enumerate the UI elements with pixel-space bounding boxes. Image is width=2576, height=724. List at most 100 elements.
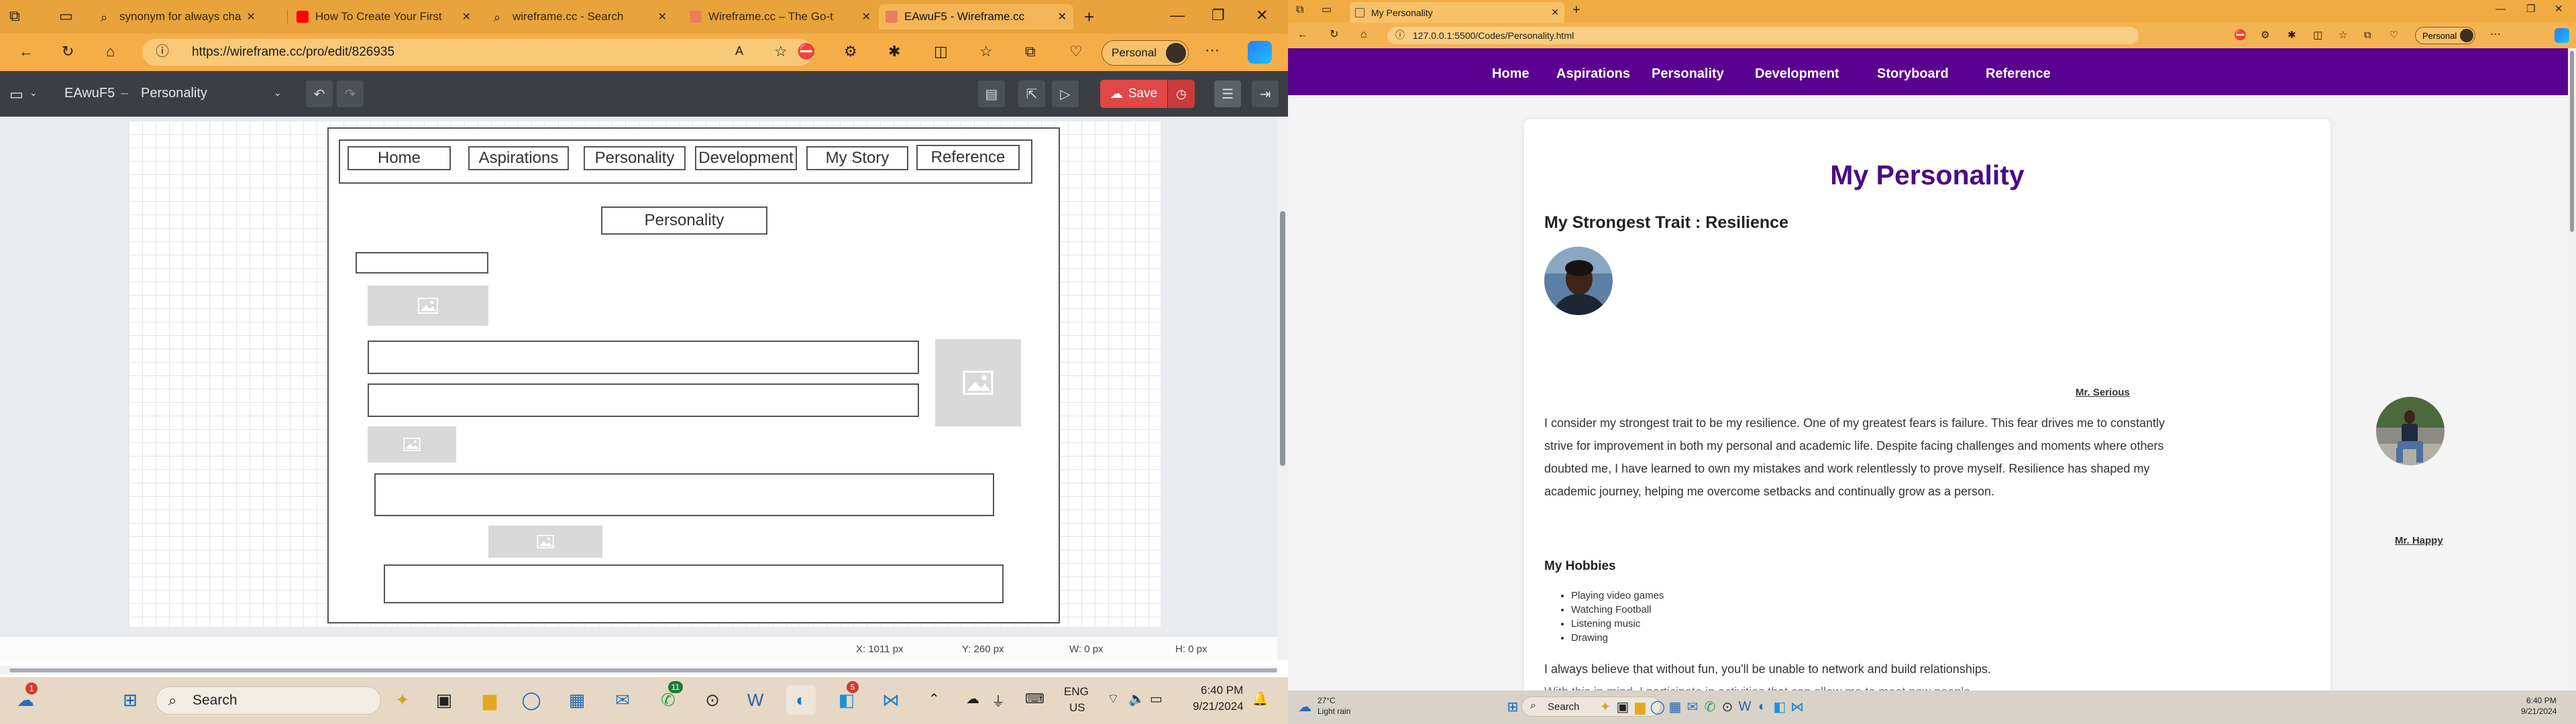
wf-nav-aspirations[interactable]: Aspirations [468, 146, 569, 170]
vscode-icon[interactable]: ⋈ [876, 685, 906, 715]
usb-icon[interactable]: ⏚ [991, 690, 1005, 710]
split-screen-icon[interactable]: ◫ [934, 44, 948, 59]
adblock-icon[interactable]: ⛔ [2234, 30, 2247, 40]
open-external-button[interactable]: ⇱ [1018, 80, 1045, 107]
scrollbar-thumb[interactable] [1280, 211, 1285, 466]
tab-search[interactable]: ⌕ wireframe.cc - Search ✕ [487, 4, 674, 29]
tab-my-personality[interactable]: My Personality ✕ [1350, 2, 1564, 23]
nav-home[interactable]: Home [1492, 66, 1529, 82]
close-window-icon[interactable]: ✕ [2555, 4, 2563, 14]
nav-development[interactable]: Development [1755, 66, 1839, 82]
keyboard-icon[interactable]: ⌨ [1025, 690, 1044, 707]
language-indicator[interactable]: ENG [1064, 685, 1089, 699]
window-icon[interactable]: ▭ [9, 86, 23, 103]
clock-date[interactable]: 9/21/2024 [2521, 707, 2557, 716]
scrollbar-thumb[interactable] [2570, 51, 2574, 232]
cortana-icon[interactable]: ◯ [517, 685, 546, 715]
favorite-icon[interactable]: ☆ [774, 44, 788, 59]
scrollbar-thumb[interactable] [9, 668, 1277, 672]
adblock-icon[interactable]: ⛔ [797, 44, 815, 59]
start-icon[interactable]: ⊞ [1503, 697, 1523, 717]
wf-text-box[interactable] [368, 341, 919, 374]
security-icon[interactable]: ♡ [1069, 44, 1083, 59]
collections-icon[interactable]: ⧉ [1025, 44, 1036, 59]
file-explorer-icon[interactable]: ▆ [475, 685, 504, 715]
close-window-icon[interactable]: ✕ [1256, 8, 1268, 23]
new-tab-icon[interactable]: + [1572, 3, 1580, 17]
properties-button[interactable]: ☰ [1214, 80, 1241, 107]
back-icon[interactable]: ← [19, 44, 34, 59]
url-field[interactable]: ⓘ https://wireframe.cc/pro/edit/826935 A… [142, 39, 813, 66]
undo-button[interactable]: ↶ [306, 80, 333, 107]
extensions-puzzle-icon[interactable]: ✱ [2288, 30, 2296, 40]
redo-button[interactable]: ↷ [337, 80, 364, 107]
wf-image-placeholder[interactable] [935, 339, 1021, 426]
workspaces-icon[interactable]: ⧉ [9, 9, 20, 23]
extension-icon[interactable]: ⚙ [844, 44, 857, 59]
onedrive-icon[interactable]: ☁ [966, 690, 979, 707]
wf-nav-mystory[interactable]: My Story [806, 146, 908, 170]
restore-icon[interactable]: ❐ [2526, 4, 2535, 14]
wf-nav-home[interactable]: Home [347, 146, 451, 170]
back-icon[interactable]: ← [1297, 29, 1308, 40]
store-icon[interactable]: ▦ [562, 685, 592, 715]
copilot-icon[interactable] [2555, 28, 2569, 43]
tab-actions-icon[interactable]: ▭ [59, 9, 73, 23]
url-field[interactable]: ⓘ 127.0.0.1:5500/Codes/Personality.html [1387, 27, 2139, 44]
wf-nav-personality[interactable]: Personality [584, 146, 686, 170]
tab-wireframe-home[interactable]: Wireframe.cc – The Go-t ✕ [683, 4, 877, 29]
wf-image-placeholder[interactable] [368, 426, 456, 463]
nav-personality[interactable]: Personality [1652, 66, 1724, 82]
word-icon[interactable]: W [741, 685, 770, 715]
chevron-up-icon[interactable]: ⌃ [928, 690, 940, 707]
close-icon[interactable]: ✕ [1551, 7, 1559, 18]
split-screen-icon[interactable]: ◫ [2313, 30, 2322, 40]
minimize-icon[interactable]: — [1170, 8, 1185, 23]
chevron-down-icon[interactable]: ⌄ [30, 87, 38, 99]
profile-button[interactable]: Personal [2415, 27, 2475, 44]
minimize-icon[interactable]: — [2496, 4, 2506, 14]
page-selector[interactable]: Personality [141, 86, 207, 101]
wf-image-placeholder[interactable] [488, 526, 602, 558]
start-icon[interactable]: ⊞ [115, 685, 145, 715]
clock-time[interactable]: 6:40 PM [1201, 684, 1243, 697]
tab-wireframe-edit[interactable]: EAwuF5 - Wireframe.cc ✕ [879, 4, 1073, 29]
outlook-icon[interactable]: ✉ [608, 685, 637, 715]
extensions-puzzle-icon[interactable]: ✱ [888, 44, 900, 59]
translate-icon[interactable]: A [735, 45, 743, 57]
wifi-icon[interactable]: ⌔ [1107, 690, 1120, 707]
favorites-icon[interactable]: ☆ [979, 44, 993, 59]
wf-nav-reference[interactable]: Reference [916, 145, 1020, 170]
wf-text-box[interactable] [368, 383, 919, 417]
wf-nav-development[interactable]: Development [695, 146, 797, 170]
media-player-icon[interactable]: ⊙ [698, 685, 727, 715]
vscode-icon[interactable]: ⋈ [1787, 697, 1807, 717]
extension-icon[interactable]: ⚙ [2261, 30, 2269, 40]
tab-youtube[interactable]: How To Create Your First ✕ [290, 4, 478, 29]
taskbar-search[interactable]: ⌕ Search [156, 686, 381, 715]
security-icon[interactable]: ♡ [2390, 30, 2398, 40]
profile-button[interactable]: Personal [1102, 40, 1189, 66]
nav-reference[interactable]: Reference [1986, 66, 2051, 82]
widgets-icon[interactable]: ✦ [388, 685, 417, 715]
task-view-icon[interactable]: ▣ [429, 685, 459, 715]
wf-page-title[interactable]: Personality [601, 206, 767, 235]
collections-icon[interactable]: ⧉ [2364, 30, 2371, 40]
nav-aspirations[interactable]: Aspirations [1556, 66, 1630, 82]
workspaces-icon[interactable]: ⧉ [1296, 5, 1303, 15]
wf-text-box[interactable] [384, 564, 1004, 603]
preview-button[interactable]: ▷ [1052, 80, 1079, 107]
save-button[interactable]: ☁ Save [1100, 80, 1167, 108]
comments-button[interactable]: ▤ [978, 80, 1005, 107]
refresh-icon[interactable]: ↻ [1330, 29, 1338, 40]
close-icon[interactable]: ✕ [857, 10, 871, 23]
wf-image-placeholder[interactable] [368, 286, 488, 326]
refresh-icon[interactable]: ↻ [62, 44, 74, 59]
sidebar-toggle-button[interactable]: ⇥ [1252, 80, 1279, 107]
copilot-icon[interactable] [1248, 41, 1272, 64]
wf-text-box[interactable] [374, 473, 994, 516]
new-tab-icon[interactable]: + [1084, 8, 1094, 25]
close-icon[interactable]: ✕ [653, 10, 667, 23]
info-icon[interactable]: ⓘ [156, 45, 169, 58]
more-icon[interactable]: ⋯ [2490, 29, 2501, 40]
